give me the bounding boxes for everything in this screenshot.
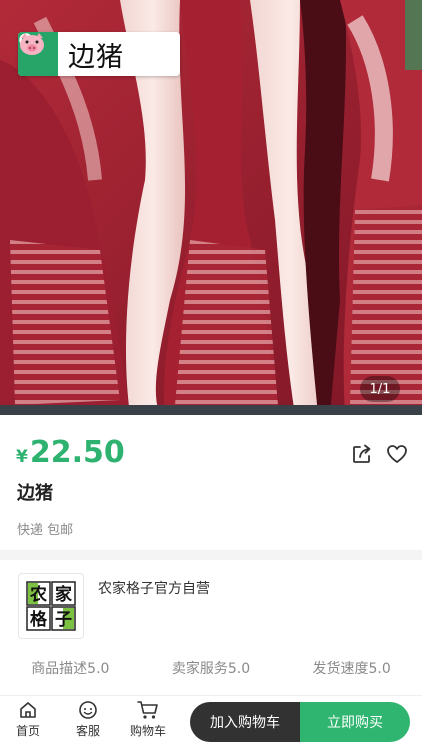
- nav-cart-button[interactable]: 购物车: [126, 700, 170, 746]
- home-icon: [20, 702, 36, 718]
- nav-service-label: 客服: [75, 724, 100, 738]
- price-amount: 22.50: [29, 435, 125, 470]
- section-divider: [0, 550, 422, 560]
- product-info: ¥ 22.50 边猪 快递 包邮: [0, 415, 422, 550]
- product-title: 边猪: [17, 483, 53, 504]
- bottom-action-bar: 首页 客服 购物车 加入购物车 立即购买: [0, 695, 422, 750]
- shop-logo-char: 格: [30, 609, 48, 630]
- image-counter: 1/1: [360, 376, 400, 402]
- nav-service-button[interactable]: 客服: [66, 700, 110, 746]
- shopping-cart-icon: [137, 701, 158, 719]
- share-icon[interactable]: [351, 443, 373, 465]
- customer-service-icon: [79, 701, 97, 719]
- shop-card[interactable]: 农 家 格 子 农家格子官方自营 商品描述5.0 卖家服务5.0 发货速度5.0: [0, 560, 422, 695]
- nav-cart-label: 购物车: [129, 724, 166, 738]
- search-tag-overlay: 边猪: [18, 32, 180, 76]
- nav-home-button[interactable]: 首页: [6, 700, 50, 746]
- shop-logo[interactable]: 农 家 格 子: [18, 573, 84, 639]
- heart-icon[interactable]: [386, 443, 408, 465]
- rating-description: 商品描述5.0: [31, 661, 110, 677]
- shop-logo-char: 农: [29, 584, 47, 605]
- search-tag-text: 边猪: [68, 41, 124, 73]
- shop-logo-char: 家: [55, 584, 72, 605]
- rating-shipping: 发货速度5.0: [312, 661, 391, 677]
- shipping-info: 快递 包邮: [17, 523, 74, 538]
- price: ¥ 22.50: [16, 435, 125, 470]
- shop-name[interactable]: 农家格子官方自营: [98, 578, 210, 598]
- add-to-cart-button[interactable]: 加入购物车: [190, 702, 300, 742]
- currency-symbol: ¥: [16, 447, 28, 467]
- product-image[interactable]: 边猪 1/1: [0, 0, 422, 415]
- rating-service: 卖家服务5.0: [171, 661, 251, 677]
- shop-ratings: 商品描述5.0 卖家服务5.0 发货速度5.0: [0, 658, 422, 678]
- buy-now-button[interactable]: 立即购买: [300, 702, 410, 742]
- shop-logo-char: 子: [55, 610, 72, 630]
- nav-home-label: 首页: [15, 724, 40, 738]
